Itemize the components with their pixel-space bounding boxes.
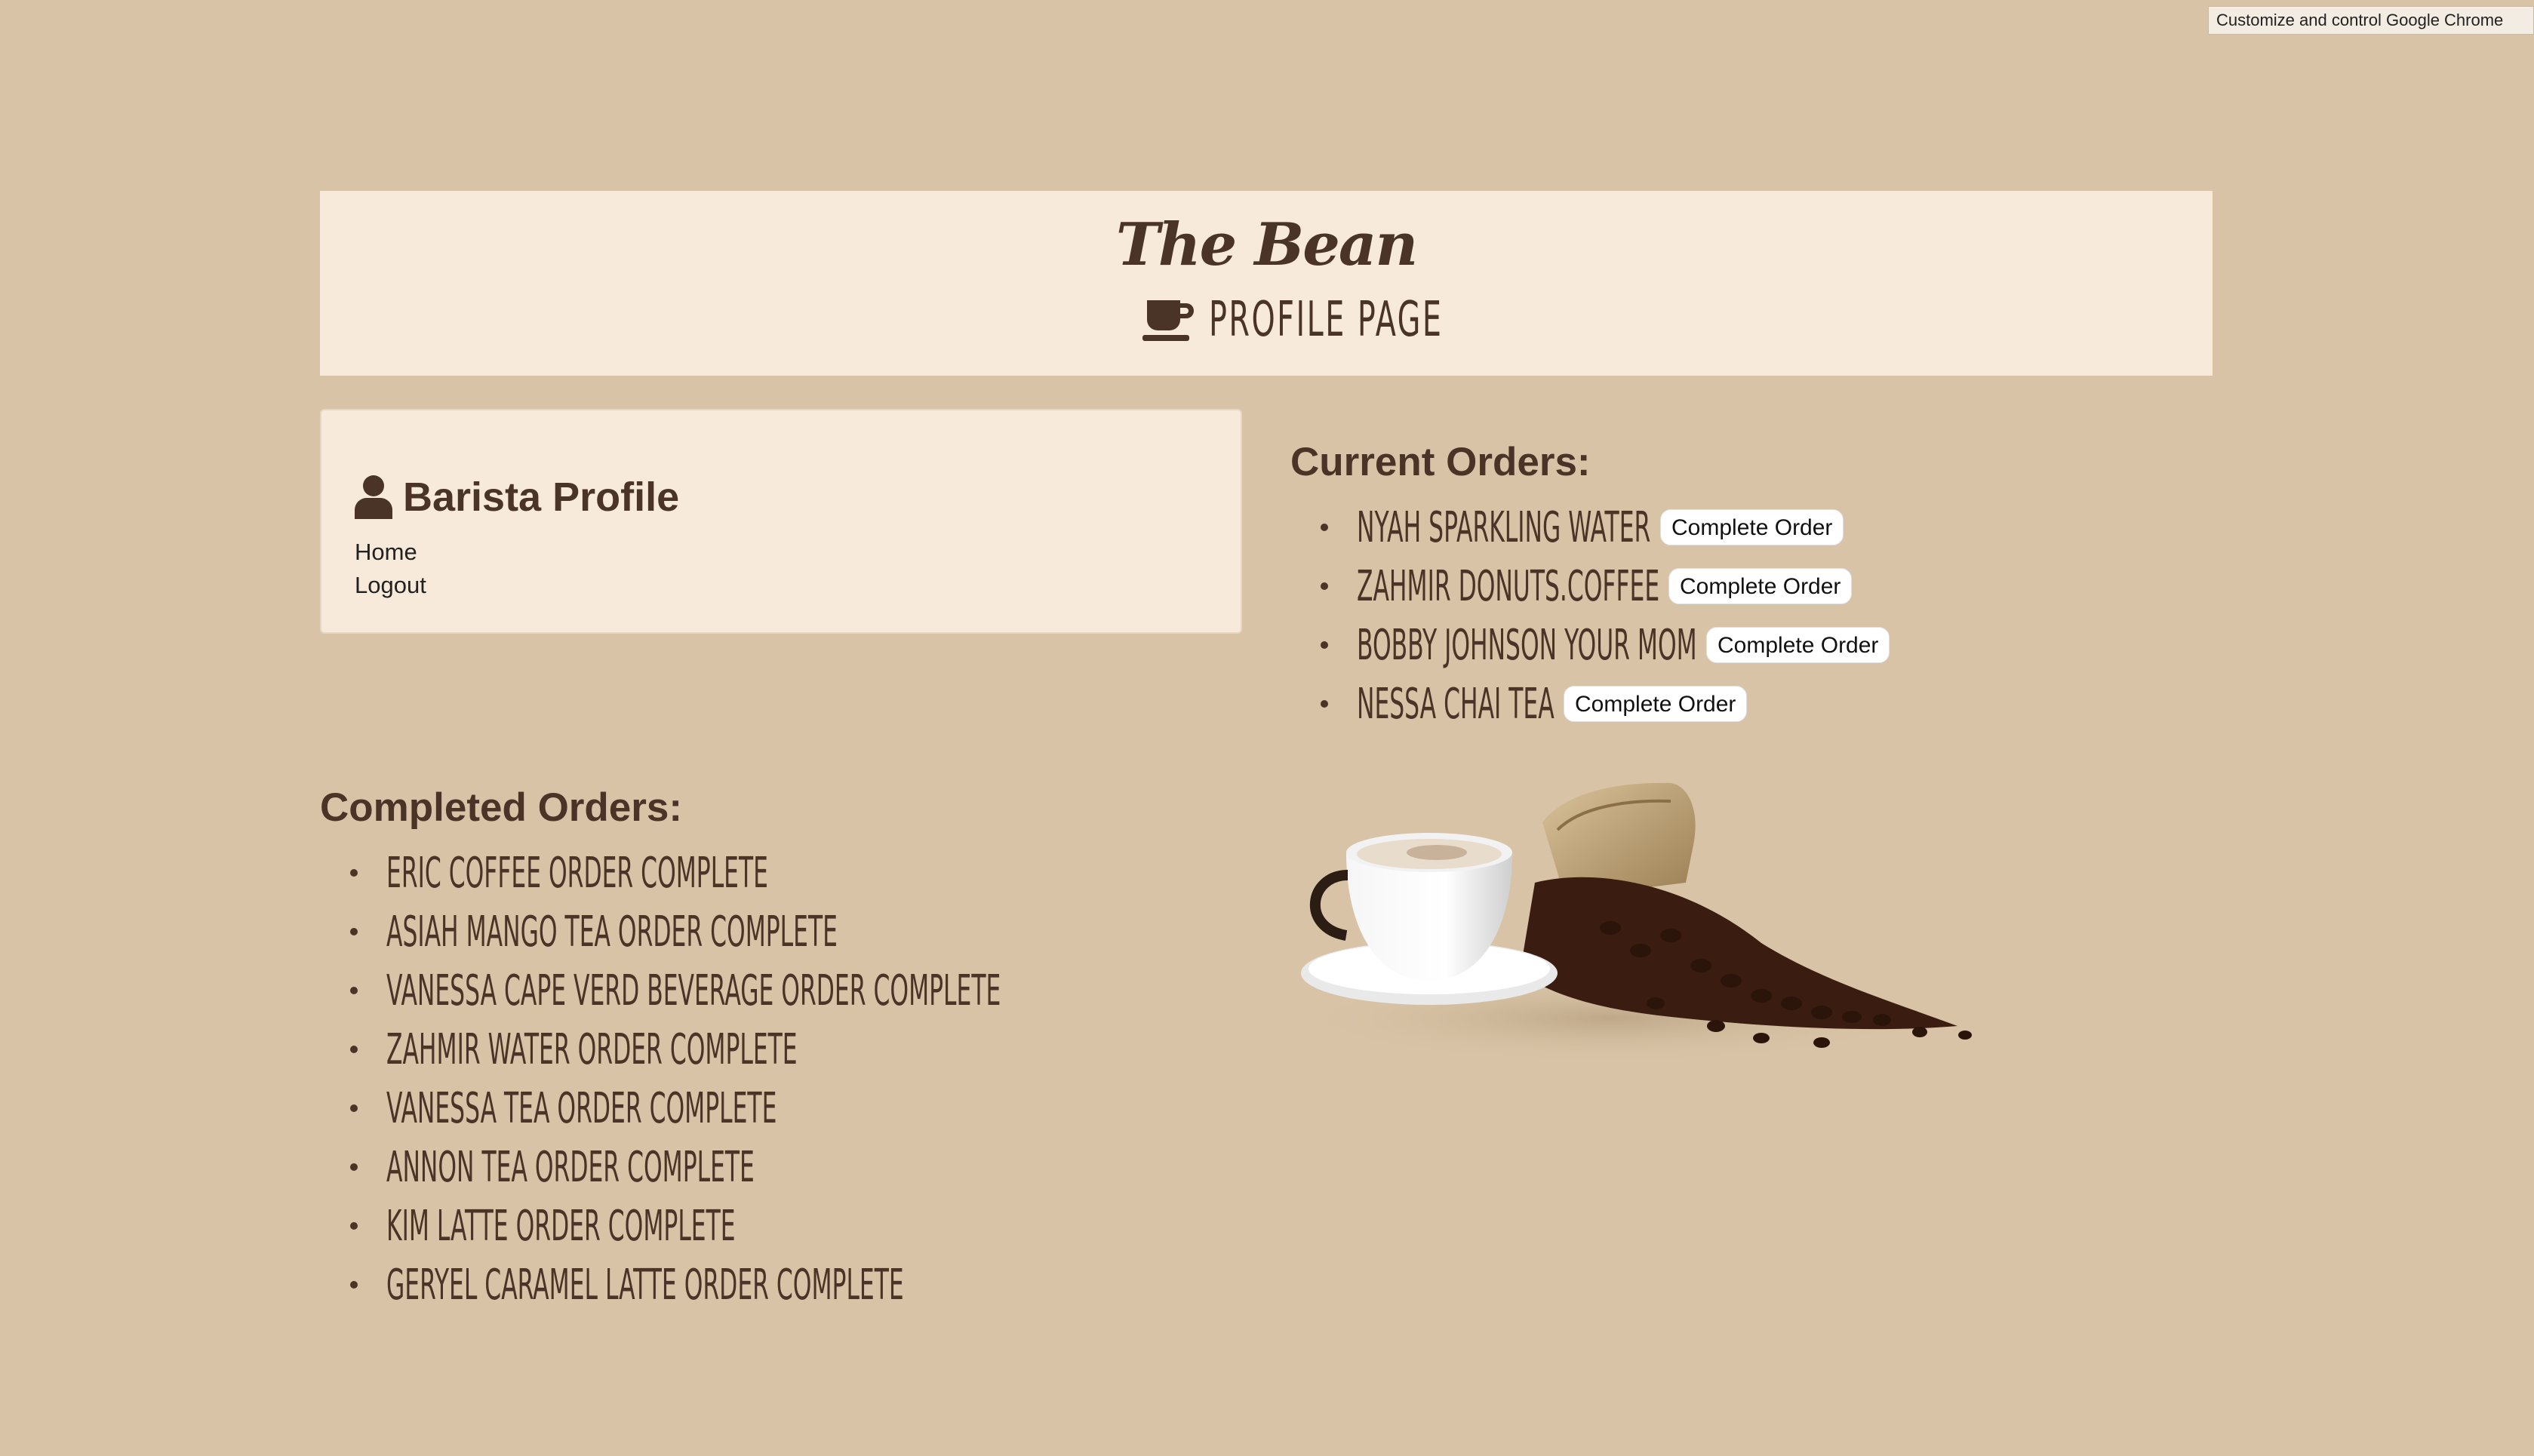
list-item: NESSA CHAI TEA Complete Order: [1290, 674, 1890, 733]
user-icon: [355, 475, 392, 519]
complete-order-button[interactable]: Complete Order: [1564, 686, 1748, 722]
list-item: GERYEL CARAMEL LATTE ORDER COMPLETE: [320, 1255, 1010, 1314]
page-subtitle: PROFILE PAGE: [320, 286, 2213, 354]
profile-card: Barista Profile Home Logout: [320, 409, 1242, 634]
list-item: BOBBY JOHNSON YOUR MOM Complete Order: [1290, 616, 1890, 674]
completed-order-text: ERIC COFFEE ORDER COMPLETE: [386, 848, 768, 898]
coffee-cup-icon: [1142, 300, 1194, 341]
complete-order-button[interactable]: Complete Order: [1660, 509, 1844, 545]
completed-order-text: ASIAH MANGO TEA ORDER COMPLETE: [386, 907, 838, 957]
completed-order-text: ANNON TEA ORDER COMPLETE: [386, 1142, 755, 1192]
complete-order-button[interactable]: Complete Order: [1706, 627, 1890, 663]
completed-orders-list: ERIC COFFEE ORDER COMPLETE ASIAH MANGO T…: [320, 843, 1010, 1314]
browser-tooltip: Customize and control Google Chrome: [2208, 6, 2534, 35]
current-orders-title: Current Orders:: [1290, 440, 1591, 484]
logout-link[interactable]: Logout: [355, 572, 426, 599]
completed-order-text: GERYEL CARAMEL LATTE ORDER COMPLETE: [386, 1260, 904, 1310]
order-text: ZAHMIR DONUTS.COFFEE: [1357, 561, 1660, 611]
home-link[interactable]: Home: [355, 539, 417, 566]
brand-title: The Bean: [1115, 210, 1418, 279]
completed-order-text: VANESSA CAPE VERD BEVERAGE ORDER COMPLET…: [386, 966, 1001, 1015]
list-item: NYAH SPARKLING WATER Complete Order: [1290, 498, 1890, 557]
subtitle-text: PROFILE PAGE: [1209, 292, 1444, 348]
completed-orders-title: Completed Orders:: [320, 785, 683, 830]
order-text: BOBBY JOHNSON YOUR MOM: [1357, 620, 1697, 670]
page-header: The Bean PROFILE PAGE: [320, 191, 2213, 376]
current-orders-list: NYAH SPARKLING WATER Complete Order ZAHM…: [1290, 498, 1890, 733]
profile-title: Barista Profile: [403, 475, 680, 520]
list-item: ASIAH MANGO TEA ORDER COMPLETE: [320, 902, 1010, 961]
list-item: ZAHMIR WATER ORDER COMPLETE: [320, 1020, 1010, 1079]
completed-order-text: KIM LATTE ORDER COMPLETE: [386, 1201, 736, 1251]
completed-order-text: ZAHMIR WATER ORDER COMPLETE: [386, 1024, 798, 1074]
profile-heading: Barista Profile: [355, 474, 679, 521]
list-item: KIM LATTE ORDER COMPLETE: [320, 1196, 1010, 1255]
order-text: NYAH SPARKLING WATER: [1357, 502, 1651, 552]
list-item: VANESSA CAPE VERD BEVERAGE ORDER COMPLET…: [320, 961, 1010, 1020]
list-item: ANNON TEA ORDER COMPLETE: [320, 1138, 1010, 1196]
list-item: ZAHMIR DONUTS.COFFEE Complete Order: [1290, 557, 1890, 616]
complete-order-button[interactable]: Complete Order: [1668, 568, 1853, 604]
order-text: NESSA CHAI TEA: [1357, 679, 1555, 729]
completed-order-text: VANESSA TEA ORDER COMPLETE: [386, 1083, 777, 1133]
list-item: VANESSA TEA ORDER COMPLETE: [320, 1079, 1010, 1138]
list-item: ERIC COFFEE ORDER COMPLETE: [320, 843, 1010, 902]
coffee-cup-and-beans-image: [1293, 782, 1972, 1064]
